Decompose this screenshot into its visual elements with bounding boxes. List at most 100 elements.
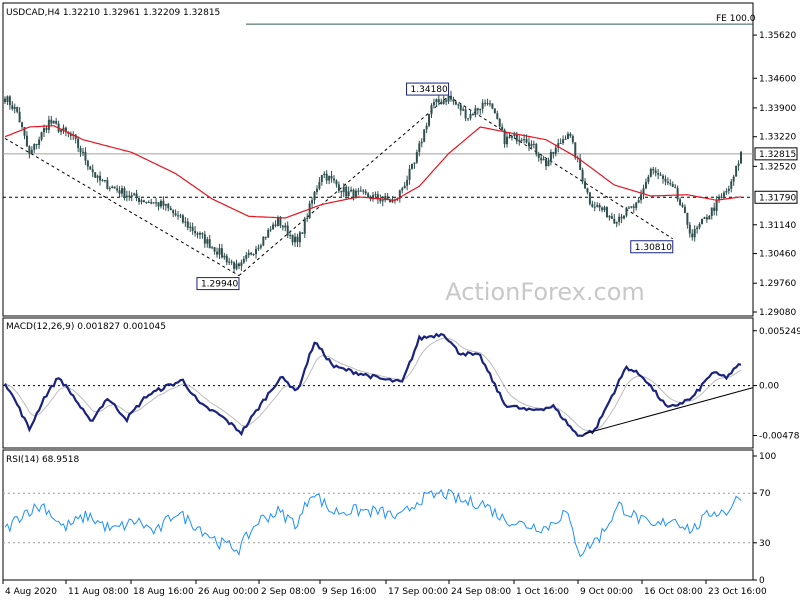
price-pane-title: USDCAD,H4 1.32210 1.32961 1.32209 1.3281… [6, 8, 220, 18]
candle-body [86, 160, 89, 167]
annotation-low-2-label: 1.30810 [635, 243, 672, 253]
candle-body [225, 255, 228, 263]
candle-body [659, 174, 662, 176]
candle-body [625, 207, 628, 216]
candle-body [33, 143, 36, 150]
candle-body [696, 227, 699, 230]
candle-body [437, 99, 440, 103]
candle-body [181, 215, 184, 223]
candle-body [362, 190, 365, 192]
candle-body [269, 229, 272, 231]
candle-body [701, 218, 704, 225]
macd-trendline [584, 387, 754, 435]
price-layer: FE 100.0 1.34180 1.29940 1.30810 1.35620 1.34… [3, 14, 798, 318]
candle-body [89, 166, 92, 170]
support-level-badge: 1.31790 [759, 193, 796, 203]
candle-body [681, 205, 684, 207]
candle-body [740, 151, 742, 164]
candle-body [91, 169, 94, 173]
macd-layer: 0.005249 0.00 -0.004785 [3, 327, 800, 442]
candle-body [203, 234, 206, 244]
candle-body [140, 200, 143, 202]
candle-body [84, 151, 87, 161]
candle-body [367, 193, 370, 198]
candle-body [462, 109, 465, 111]
candle-body [196, 233, 199, 235]
watermark: ActionForex.com [445, 278, 645, 306]
candle-body [566, 133, 569, 139]
candle-body [152, 202, 155, 204]
rsi-tick-label: 30 [759, 539, 771, 549]
candle-body [155, 202, 158, 204]
candle-body [596, 205, 599, 207]
candle-body [693, 229, 696, 238]
candle-body [647, 176, 650, 182]
candle-body [342, 186, 345, 193]
candle-body [189, 226, 192, 228]
candle-body [330, 175, 333, 179]
rsi-layer: 100 70 30 0 [3, 452, 776, 586]
candle-body [289, 234, 292, 236]
candle-body [447, 95, 450, 102]
price-tick-label: 1.35620 [759, 31, 796, 41]
candle-body [301, 232, 304, 234]
candle-body [240, 262, 243, 267]
candle-body [488, 103, 491, 105]
candle-body [79, 147, 82, 153]
candle-body [552, 151, 555, 154]
candle-body [486, 102, 489, 105]
candle-body [177, 215, 180, 217]
candle-body [469, 113, 472, 119]
candle-body [125, 195, 128, 198]
candle-body [186, 221, 189, 228]
candle-body [77, 138, 80, 148]
candle-body [720, 196, 723, 199]
candle-body [562, 139, 565, 144]
candle-body [479, 108, 482, 111]
candle-body [732, 176, 735, 182]
candle-body [267, 229, 270, 238]
candle-body [235, 263, 238, 269]
candle-body [415, 152, 418, 163]
candle-body [357, 190, 360, 192]
candle-body [352, 189, 355, 199]
candle-body [510, 136, 513, 138]
candle-body [123, 188, 126, 198]
candle-body [683, 206, 686, 213]
price-tick-label: 1.33900 [759, 104, 796, 114]
candle-body [430, 105, 433, 115]
candle-body [525, 139, 528, 143]
candle-body [537, 154, 540, 158]
candle-body [191, 226, 194, 231]
candle-body [99, 175, 102, 181]
candle-body [608, 216, 611, 218]
candle-body [459, 104, 462, 111]
candle-body [45, 128, 48, 130]
candle-body [432, 102, 435, 106]
annotation-low-1-label: 1.29940 [201, 280, 238, 290]
candle-body [708, 215, 711, 220]
candle-body [423, 129, 426, 142]
candle-body [735, 165, 738, 177]
candle-body [569, 133, 572, 137]
candle-body [157, 202, 160, 207]
x-tick-label: 17 Sep 00:00 [388, 587, 448, 597]
candle-body [159, 200, 162, 207]
candle-body [25, 135, 28, 147]
moving-average-line [4, 125, 742, 219]
candle-body [406, 179, 409, 186]
candle-body [613, 218, 616, 224]
candle-body [445, 100, 448, 102]
candle-body [128, 195, 131, 198]
candle-body [274, 224, 277, 226]
candle-body [498, 118, 501, 127]
candle-body [333, 178, 336, 181]
candle-body [162, 200, 165, 206]
candle-body [335, 180, 338, 185]
candle-body [644, 181, 647, 189]
candle-body [691, 233, 694, 238]
candle-body [547, 160, 550, 167]
candle-body [676, 188, 679, 200]
candle-body [686, 212, 689, 225]
candle-body [379, 199, 382, 202]
